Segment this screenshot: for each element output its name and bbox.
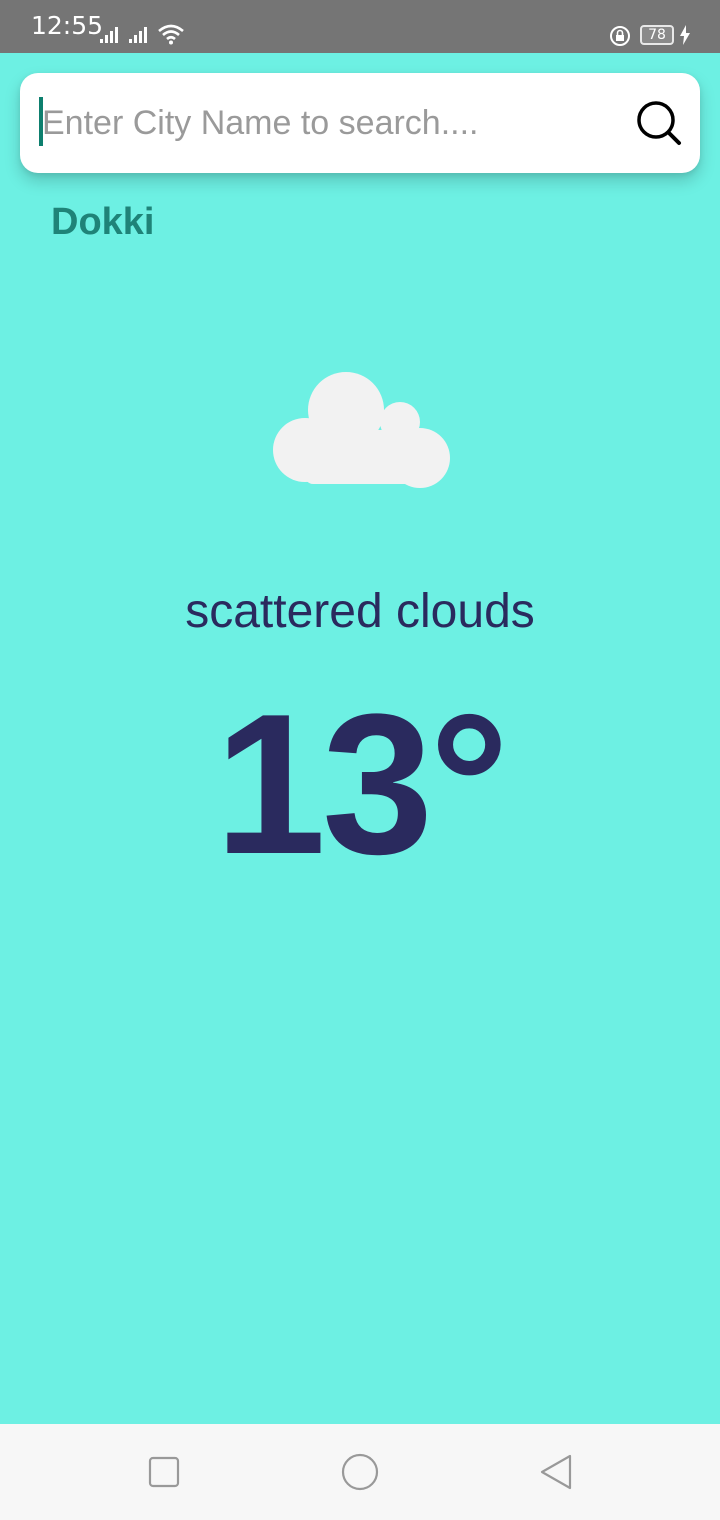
status-time: 12:55 <box>31 11 104 40</box>
signal-icon <box>100 27 118 43</box>
search-card <box>20 73 700 173</box>
status-bar: 12:55 78 <box>0 0 720 53</box>
battery-level: 78 <box>648 27 666 43</box>
triangle-back-icon[interactable] <box>536 1452 576 1492</box>
circle-icon[interactable] <box>340 1452 380 1492</box>
navigation-bar <box>0 1424 720 1520</box>
text-caret <box>39 97 43 146</box>
battery-icon: 78 <box>640 25 674 45</box>
cloud-icon <box>273 372 450 488</box>
signal-icon-2 <box>129 27 147 43</box>
lock-rotation-icon <box>610 26 630 46</box>
temperature: 13° <box>214 673 509 896</box>
wifi-icon <box>158 24 184 45</box>
charging-icon <box>680 25 690 45</box>
weather-description: scattered clouds <box>185 585 535 638</box>
city-name: Dokki <box>51 201 155 243</box>
city-search-input[interactable] <box>42 95 632 151</box>
search-icon[interactable] <box>634 98 686 150</box>
square-icon[interactable] <box>144 1452 184 1492</box>
